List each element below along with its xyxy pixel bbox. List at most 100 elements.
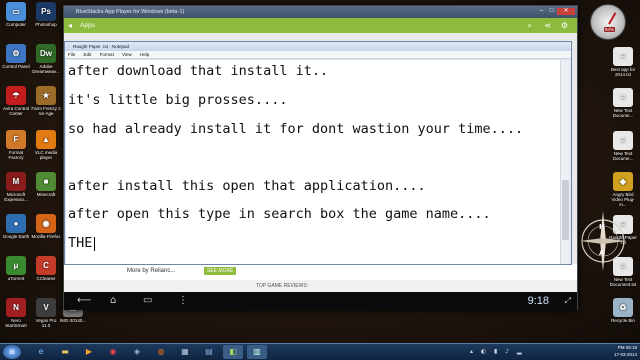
taskbar-ie-icon[interactable]: e [31,345,51,359]
desktop-icon-left-9[interactable]: ■ Minecraft [31,172,61,197]
taskbar-bluestacks-icon[interactable]: ◧ [223,345,243,359]
text-line: after open this type in search box the g… [68,206,491,222]
close-button[interactable]: ✕ [557,8,575,15]
app-icon: Ps [36,2,56,21]
android-nav-bar: ⟵ ⌂ ▭ ⋮ 9:18 ⤢ [64,292,577,310]
desktop-icon-left-5[interactable]: ★ Farm Frenzy 3 Ice Age [31,86,61,116]
desktop-icon-label: Control Panel [2,64,30,69]
app-icon: ◆ [613,172,633,191]
notepad-titlebar[interactable]: Raught Paper .txt - Notepad [65,42,571,51]
app-icon: V [36,298,56,317]
taskbar-app-icon[interactable]: ◈ [127,345,147,359]
desktop-icon-right-0[interactable]: ≡ Best app for 2014.txt [608,47,638,77]
taskbar-app-icon[interactable]: ▦ [175,345,195,359]
app-icon: C [36,256,56,275]
taskbar-app-icon[interactable]: ▤ [199,345,219,359]
clock-time: PM 09:18 [617,345,637,350]
search-icon[interactable]: ⌕ [528,18,532,33]
desktop-icon-left-2[interactable]: ⚙ Control Panel [1,44,31,69]
text-line: it's little big prosses.... [68,92,288,108]
text-cursor [94,237,95,251]
desktop-icon-label: Microsoft Expressio... [4,192,28,202]
menu-help[interactable]: Help [140,52,149,57]
compass-letter-top: H [599,223,605,231]
desktop-icon-left-1[interactable]: Ps Photoshop [31,2,61,27]
taskbar-explorer-icon[interactable]: ▬ [55,345,75,359]
app-icon: μ [6,256,26,275]
app-icon: F [6,130,26,149]
settings-icon[interactable]: ⚙ [561,18,568,33]
menu-format[interactable]: Format [100,52,114,57]
app-icon: ◉ [36,214,56,233]
bluestacks-titlebar[interactable]: BlueStacks App Player for Windows (beta-… [64,6,577,18]
desktop-icon-left-11[interactable]: ◉ Mozilla Firefox [31,214,61,239]
maximize-button[interactable]: □ [547,8,556,15]
apps-bar: ◂ Apps ⌕ ⋖ ⚙ [64,18,577,33]
compass-letter-bottom: A [599,249,605,257]
start-button[interactable]: ⊞ [3,345,21,359]
notepad-text-area[interactable]: after download that install it.. it's li… [66,60,561,264]
menu-file[interactable]: File [68,52,75,57]
desktop-icon-label: Minecraft [36,192,56,197]
desktop-icon-label: Mozilla Firefox [31,234,61,239]
desktop-icon-label: Nero StartSmart [5,318,27,328]
desktop-icon-right-1[interactable]: ≡ New Text Docume... [608,88,638,118]
share-icon[interactable]: ⋖ [544,18,551,33]
clock[interactable]: PM 09:18 17-03-2014 [614,344,637,358]
desktop-icon-right-3[interactable]: ◆ Angry Bird Video Plug-in... [608,172,638,207]
desktop-icon-left-15[interactable]: V Vegas Pro 11.0 [31,298,61,328]
app-icon: ⚙ [6,44,26,63]
desktop-icon-left-4[interactable]: ☂ Avira Control Center [1,86,31,116]
text-line: after download that install it.. [68,63,329,79]
desktop-icon-label: Google Earth [2,234,30,239]
desktop-icon-right-2[interactable]: ≡ New Text Docume... [608,131,638,161]
android-clock: 9:18 [527,295,549,307]
recent-apps-icon[interactable]: ▭ [143,294,152,308]
desktop-icon-label: Format Factory [8,150,24,160]
desktop-icon-label: Photoshop [35,22,57,27]
compass-gadget[interactable]: H A [580,207,626,275]
home-icon[interactable]: ⌂ [110,294,116,308]
desktop-icon-left-14[interactable]: N Nero StartSmart [1,298,31,328]
menu-edit[interactable]: Edit [84,52,92,57]
desktop-icon-label: Best app for 2014.txt [610,67,636,77]
desktop-icon-left-12[interactable]: μ uTorrent [1,256,31,281]
desktop-icon-left-3[interactable]: Dw Adobe Dreamweav... [31,44,61,74]
desktop-icon-label: Computer [6,22,26,27]
back-icon[interactable]: ⟵ [77,294,91,308]
clock-date: 17-03-2014 [613,352,637,357]
taskbar: ⊞ e ▬ ▶ ◉ ◈ ◍ ▦ ▤ ◧ ▥ ▴ ◐ ▮ ♪ ▂ PM 09:18… [0,343,640,360]
desktop-icon-left-8[interactable]: M Microsoft Expressio... [1,172,31,202]
minimize-button[interactable]: – [537,8,546,15]
scrollbar-thumb[interactable] [562,180,569,240]
desktop-icon-label: Farm Frenzy 3 Ice Age [31,106,61,116]
notepad-window[interactable]: Raught Paper .txt - Notepad File Edit Fo… [64,41,572,265]
desktop-icon-label: New Text Docume... [612,108,634,118]
desktop-icon-left-13[interactable]: C CCleaner [31,256,61,281]
reviews-row: TOP GAME REVIEWS: [64,280,577,292]
bluestacks-title: BlueStacks App Player for Windows (beta-… [76,9,185,15]
vertical-scrollbar[interactable] [560,60,570,264]
desktop-icon-label: CCleaner [36,276,56,281]
fullscreen-icon[interactable]: ⤢ [565,294,571,308]
taskbar-media-icon[interactable]: ▶ [79,345,99,359]
menu-view[interactable]: View [122,52,132,57]
more-by-text[interactable]: More by Relianc... [127,268,175,274]
text-line: after install this open that application… [68,178,426,194]
desktop-icon-right-6[interactable]: ♻ Recycle Bin [608,298,638,323]
app-icon: ☂ [6,86,26,105]
desktop-icon-left-6[interactable]: F Format Factory [1,130,31,160]
desktop-icon-label: IMG-20140... [59,318,87,323]
app-icon: ▲ [36,130,56,149]
cpu-gauge-widget[interactable]: 94% [590,4,626,40]
taskbar-notepad-icon[interactable]: ▥ [247,345,267,359]
see-more-button[interactable]: SEE MORE [204,267,237,275]
text-line: so had already install it for dont wasti… [68,121,524,137]
desktop-icon-label: Avira Control Center [3,106,29,116]
desktop-icon-left-7[interactable]: ▲ VLC media player [31,130,61,160]
desktop-icon-left-0[interactable]: ▭ Computer [1,2,31,27]
android-settings-icon[interactable]: ⋮ [178,294,188,308]
desktop-icon-left-10[interactable]: ● Google Earth [1,214,31,239]
taskbar-firefox-icon[interactable]: ◍ [151,345,171,359]
taskbar-chrome-icon[interactable]: ◉ [103,345,123,359]
